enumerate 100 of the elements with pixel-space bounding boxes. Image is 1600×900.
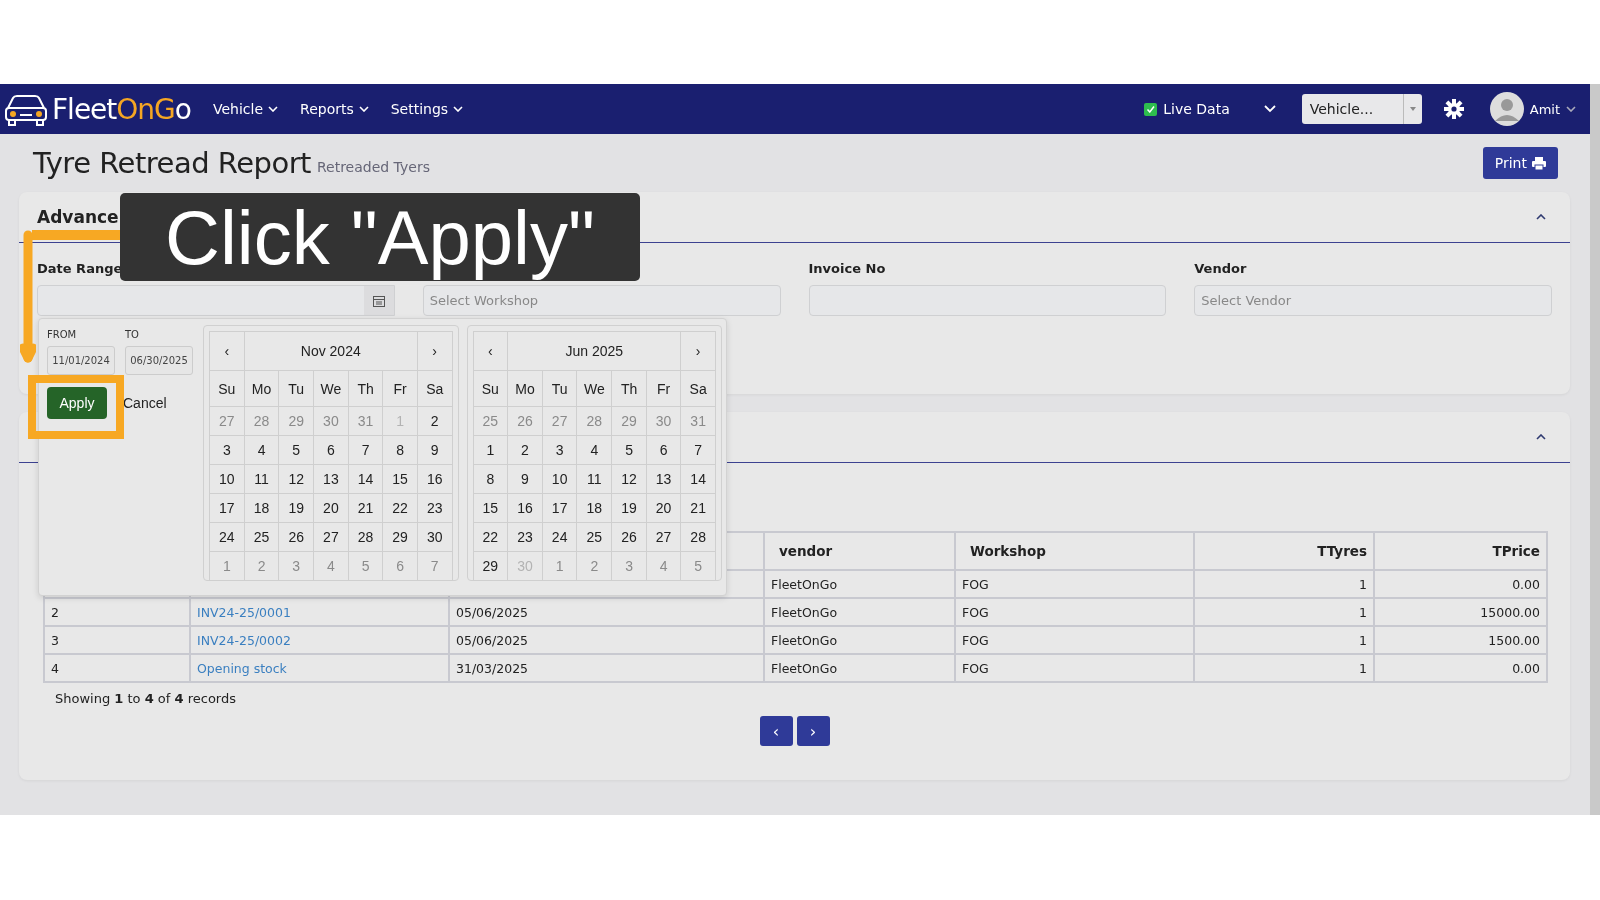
calendar-day[interactable]: 6 bbox=[327, 442, 335, 458]
table-cell: 2 bbox=[51, 604, 59, 620]
previous-month-button[interactable]: ‹ bbox=[224, 343, 230, 359]
table-cell: 31/03/2025 bbox=[456, 660, 529, 676]
collapse-icon bbox=[1536, 214, 1546, 220]
date-range-field[interactable] bbox=[37, 285, 395, 316]
weekday-label: Mo bbox=[515, 380, 535, 397]
vehicle-select[interactable]: Vehicle... bbox=[1301, 94, 1422, 124]
chevron-down-icon bbox=[1263, 105, 1276, 113]
calendar-day[interactable]: 8 bbox=[396, 442, 404, 458]
calendar-day[interactable]: 4 bbox=[257, 442, 266, 458]
calendar-day[interactable]: 5 bbox=[292, 442, 301, 458]
table-cell: 15000.00 bbox=[1480, 604, 1540, 620]
user-name[interactable]: Amit bbox=[1529, 101, 1560, 117]
to-date-field[interactable]: 06/30/2025 bbox=[125, 346, 193, 375]
settings-icon[interactable] bbox=[1443, 99, 1464, 119]
weekday-label: Sa bbox=[689, 380, 707, 397]
calendar-day[interactable]: 2 bbox=[521, 442, 529, 458]
weekday-label: Th bbox=[620, 380, 638, 397]
table-cell: 3 bbox=[51, 632, 59, 648]
table-cell: 4 bbox=[51, 660, 59, 676]
calendar-day[interactable]: 7 bbox=[694, 442, 703, 458]
month-title: Nov 2024 bbox=[300, 343, 361, 359]
print-button[interactable]: Print bbox=[1482, 147, 1558, 179]
nav-menu-item[interactable]: Reports bbox=[300, 101, 369, 117]
live-data-label: Live Data bbox=[1163, 101, 1230, 117]
from-label: FROM bbox=[47, 329, 78, 340]
tutorial-callout: Click "Apply" bbox=[120, 193, 640, 281]
table-cell: FleetOnGo bbox=[771, 660, 838, 676]
page-title: Tyre Retread Report bbox=[33, 146, 311, 180]
caret-icon bbox=[1566, 106, 1576, 112]
logo-text: FleetOnGo bbox=[52, 92, 191, 126]
calendar-day[interactable]: 4 bbox=[590, 442, 599, 458]
calendar-day[interactable]: 3 bbox=[222, 442, 231, 458]
weekday-label: Su bbox=[218, 380, 236, 397]
weekday-label: Sa bbox=[426, 380, 444, 397]
check-icon bbox=[1146, 105, 1156, 113]
field-label: Invoice No bbox=[808, 261, 886, 278]
records-summary: Showing 1 to 4 of 4 records bbox=[54, 690, 237, 706]
apply-button[interactable]: Apply bbox=[47, 387, 107, 419]
calendar-day[interactable]: 2 bbox=[430, 413, 439, 429]
cancel-button[interactable]: Cancel bbox=[123, 395, 167, 411]
page-subtitle: Retreaded Tyers bbox=[316, 159, 430, 175]
next-month-button[interactable]: › bbox=[432, 343, 437, 359]
table-cell: FOG bbox=[962, 604, 989, 620]
weekday-label: Th bbox=[357, 380, 374, 397]
weekday-label: Mo bbox=[251, 380, 272, 397]
weekday-label: Su bbox=[481, 380, 499, 397]
calendar-day[interactable]: 3 bbox=[555, 442, 564, 458]
table-cell: 1500.00 bbox=[1488, 632, 1540, 648]
weekday-label: Tu bbox=[551, 380, 568, 397]
next-page-button[interactable]: › bbox=[796, 716, 830, 746]
weekday-label: We bbox=[583, 380, 605, 397]
table-cell: FOG bbox=[962, 660, 989, 676]
previous-page-button[interactable]: ‹ bbox=[759, 716, 793, 746]
field-label: Date Range bbox=[37, 261, 123, 278]
table-cell: 1 bbox=[1359, 660, 1367, 676]
collapse-icon bbox=[1536, 434, 1546, 440]
caret-icon bbox=[268, 106, 279, 112]
table-cell: 05/06/2025 bbox=[456, 632, 529, 648]
calendar-day[interactable]: 9 bbox=[521, 471, 529, 487]
table-cell: FleetOnGo bbox=[771, 632, 838, 648]
column-header: vendor bbox=[764, 532, 955, 570]
column-header: Workshop bbox=[955, 532, 1194, 570]
calendar-day[interactable]: 8 bbox=[486, 471, 495, 487]
calendar-icon bbox=[372, 294, 385, 307]
field-label: Vendor bbox=[1194, 261, 1247, 278]
arrow-icon bbox=[20, 230, 36, 364]
table-cell: 1 bbox=[1359, 632, 1367, 648]
calendar-day[interactable]: 6 bbox=[659, 442, 668, 458]
to-label: TO bbox=[125, 329, 140, 340]
table-cell: FOG bbox=[962, 632, 989, 648]
caret-icon bbox=[358, 106, 369, 112]
month-title: Jun 2025 bbox=[565, 343, 624, 359]
table-cell: FOG bbox=[962, 576, 989, 592]
invoice-field[interactable] bbox=[808, 285, 1167, 316]
weekday-label: We bbox=[320, 380, 342, 397]
table-cell: FleetOnGo bbox=[771, 604, 838, 620]
column-header: TTyres bbox=[1194, 532, 1374, 570]
avatar-icon bbox=[1489, 92, 1524, 126]
weekday-label: Tu bbox=[288, 380, 305, 397]
table-cell: 05/06/2025 bbox=[456, 604, 529, 620]
table-cell: 0.00 bbox=[1512, 660, 1540, 676]
nav-menu-item[interactable]: Vehicle bbox=[212, 101, 279, 117]
from-date-field[interactable]: 11/01/2024 bbox=[47, 346, 115, 375]
calendar-day[interactable]: 7 bbox=[361, 442, 370, 458]
table-cell: 0.00 bbox=[1512, 576, 1540, 592]
scrollbar[interactable] bbox=[1590, 84, 1600, 815]
calendar-day[interactable]: 9 bbox=[430, 442, 439, 458]
card-title: Advance bbox=[37, 207, 119, 227]
weekday-label: Fr bbox=[656, 380, 671, 397]
calendar-day[interactable]: 5 bbox=[625, 442, 633, 458]
invoice-link[interactable]: Opening stock bbox=[197, 660, 287, 676]
dropdown-arrow-icon bbox=[1409, 107, 1416, 111]
nav-menu-item[interactable]: Settings bbox=[390, 101, 464, 117]
table-cell: 1 bbox=[1359, 576, 1367, 592]
next-month-button[interactable]: › bbox=[695, 343, 701, 359]
calendar-day[interactable]: 1 bbox=[486, 442, 495, 458]
previous-month-button[interactable]: ‹ bbox=[488, 343, 493, 359]
checkbox[interactable] bbox=[1144, 102, 1158, 116]
